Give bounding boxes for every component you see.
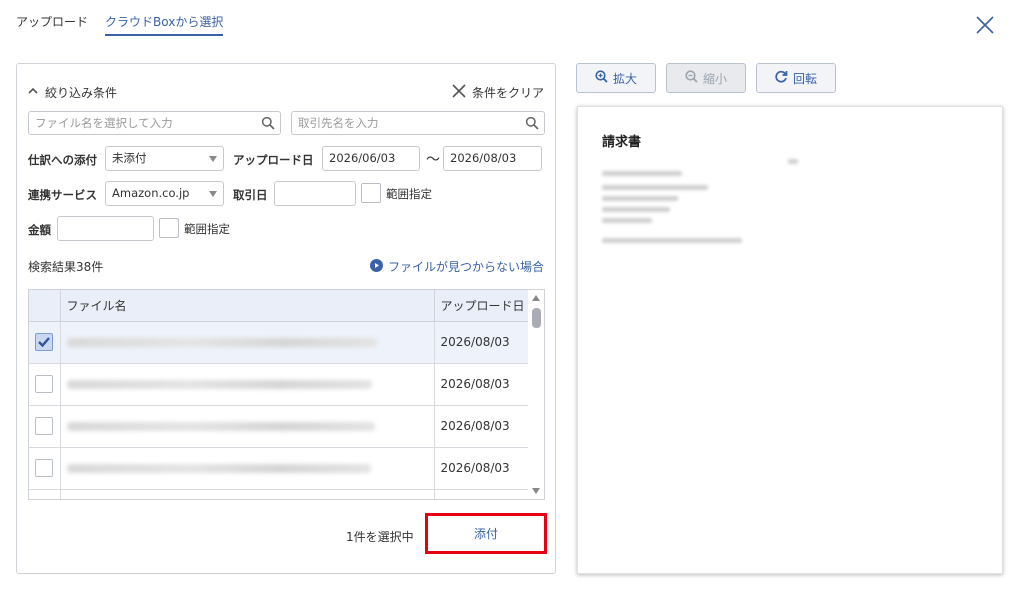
zoom-out-icon	[685, 70, 698, 86]
caret-down-icon	[209, 191, 217, 197]
partner-search	[291, 111, 545, 135]
scroll-thumb[interactable]	[532, 308, 541, 328]
row-checkbox[interactable]	[35, 375, 54, 393]
table-row[interactable]: 2026/08/03	[29, 447, 530, 490]
attach-status-label: 仕訳への添付	[28, 153, 97, 167]
redacted-line	[602, 218, 652, 223]
file-table: ファイル名 アップロード日 2026/08/03 2026/08/03 2026…	[28, 289, 545, 500]
table-row[interactable]: 2026/08/03	[29, 405, 530, 448]
filter-toggle[interactable]: 絞り込み条件	[27, 84, 117, 101]
file-name-cell	[60, 447, 435, 490]
rotate-icon	[775, 70, 788, 86]
zoom-in-button[interactable]: 拡大	[576, 63, 656, 93]
redacted-line	[788, 159, 798, 164]
search-icon[interactable]	[525, 116, 539, 130]
column-header-filename[interactable]: ファイル名	[60, 290, 435, 322]
redacted-line	[602, 196, 678, 201]
close-icon	[452, 84, 466, 101]
result-count: 検索結果38件	[28, 260, 104, 274]
preview-title: 請求書	[602, 135, 642, 150]
file-name-cell	[60, 363, 435, 406]
column-header-upload-date[interactable]: アップロード日	[434, 290, 530, 322]
selected-count: 1件を選択中	[346, 530, 414, 544]
tab-upload[interactable]: アップロード	[16, 13, 88, 36]
caret-down-icon	[209, 156, 217, 162]
redacted-line	[602, 238, 742, 243]
table-row[interactable]: 2026/08/03	[29, 321, 530, 364]
service-label: 連携サービス	[28, 188, 97, 202]
file-select-panel: 絞り込み条件 条件をクリア 仕訳への添付 未添付 アップロード日 2026/06…	[16, 63, 556, 574]
filename-search	[28, 111, 281, 135]
rotate-button[interactable]: 回転	[756, 63, 836, 93]
play-circle-icon	[369, 258, 383, 275]
zoom-out-button[interactable]: 縮小	[666, 63, 746, 93]
file-name-cell	[60, 405, 435, 448]
rotate-label: 回転	[792, 71, 817, 86]
txn-date-label: 取引日	[233, 188, 268, 202]
amount-range-checkbox[interactable]	[159, 218, 179, 238]
table-header: ファイル名 アップロード日	[29, 290, 530, 322]
upload-date-to[interactable]: 2026/08/03	[443, 146, 542, 171]
redacted-line	[602, 185, 708, 190]
file-name-cell	[60, 321, 435, 364]
attach-button-label: 添付	[473, 527, 498, 541]
amount-label: 金額	[28, 223, 51, 237]
upload-date-label: アップロード日	[233, 153, 314, 167]
zoom-in-icon	[595, 70, 608, 86]
file-not-found-label: ファイルが見つからない場合	[387, 260, 544, 274]
clear-filter-label: 条件をクリア	[471, 86, 544, 100]
upload-date-from[interactable]: 2026/06/03	[322, 146, 420, 171]
zoom-out-label: 縮小	[702, 71, 727, 86]
table-row[interactable]	[29, 489, 530, 499]
amount-input[interactable]	[57, 216, 154, 241]
filename-search-input[interactable]	[29, 112, 280, 134]
txn-date-input[interactable]	[274, 181, 356, 206]
table-row[interactable]: 2026/08/03	[29, 363, 530, 406]
upload-date-cell: 2026/08/03	[434, 321, 530, 364]
filter-title: 絞り込み条件	[45, 86, 118, 100]
close-icon[interactable]	[976, 16, 994, 34]
file-not-found-link[interactable]: ファイルが見つからない場合	[369, 258, 544, 275]
partner-search-input[interactable]	[292, 112, 544, 134]
clear-filter-button[interactable]: 条件をクリア	[452, 84, 544, 101]
table-scrollbar[interactable]	[528, 290, 544, 499]
amount-range-label: 範囲指定	[184, 222, 230, 236]
zoom-in-label: 拡大	[612, 71, 637, 86]
redacted-line	[602, 171, 682, 176]
chevron-up-icon	[27, 85, 39, 100]
attach-status-value: 未添付	[112, 151, 147, 165]
txn-range-checkbox[interactable]	[361, 183, 381, 203]
tab-cloud-box[interactable]: クラウドBoxから選択	[105, 13, 224, 36]
search-icon[interactable]	[261, 116, 275, 130]
service-value: Amazon.co.jp	[112, 186, 190, 200]
redacted-line	[602, 207, 670, 212]
row-checkbox[interactable]	[35, 417, 54, 435]
row-checkbox[interactable]	[35, 333, 54, 351]
source-tabs: アップロード クラウドBoxから選択	[16, 13, 224, 36]
scroll-down-icon	[532, 488, 540, 494]
upload-date-cell: 2026/08/03	[434, 363, 530, 406]
attach-status-select[interactable]: 未添付	[105, 146, 224, 171]
upload-date-cell: 2026/08/03	[434, 405, 530, 448]
row-checkbox[interactable]	[35, 459, 54, 477]
txn-range-label: 範囲指定	[386, 187, 432, 201]
service-select[interactable]: Amazon.co.jp	[105, 181, 224, 206]
select-column-header	[29, 290, 61, 322]
upload-date-cell: 2026/08/03	[434, 447, 530, 490]
date-separator: 〜	[426, 152, 440, 168]
scroll-up-icon	[532, 295, 540, 301]
attach-button[interactable]: 添付	[425, 513, 547, 554]
document-preview: 請求書	[577, 106, 1003, 574]
